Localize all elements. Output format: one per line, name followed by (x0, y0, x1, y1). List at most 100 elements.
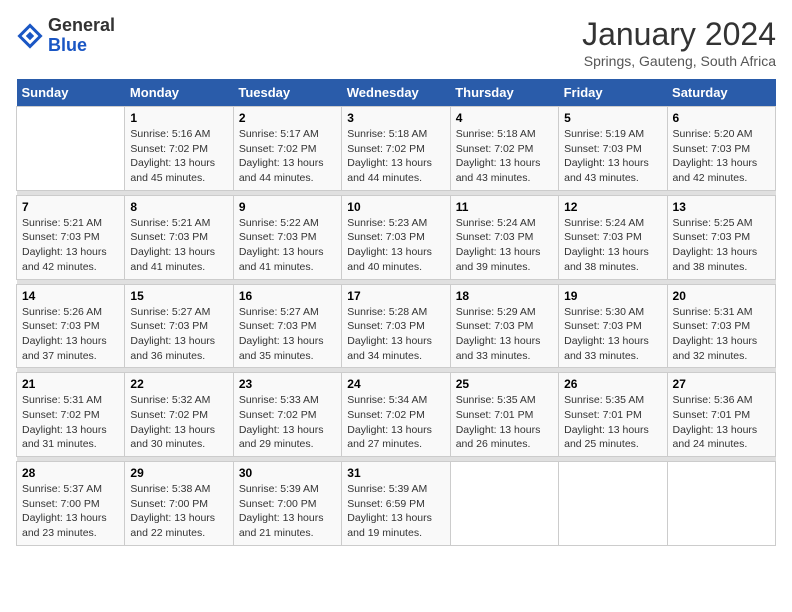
calendar-day: 8Sunrise: 5:21 AMSunset: 7:03 PMDaylight… (125, 195, 233, 279)
week-row: 14 Sunrise: 5:26 AMSunset: 7:03 PMDayligh… (17, 284, 776, 368)
calendar-day: 10Sunrise: 5:23 AMSunset: 7:03 PMDayligh… (342, 195, 450, 279)
calendar-day (559, 462, 667, 546)
calendar-day: 3Sunrise: 5:18 AMSunset: 7:02 PMDaylight… (342, 107, 450, 191)
day-info: Sunrise: 5:32 AMSunset: 7:02 PMDaylight:… (130, 393, 227, 452)
calendar-day: 17Sunrise: 5:28 AMSunset: 7:03 PMDayligh… (342, 284, 450, 368)
calendar-day: 13 Sunrise: 5:25 AMSunset: 7:03 PMDayligh… (667, 195, 775, 279)
calendar-day: 6 Sunrise: 5:20 AMSunset: 7:03 PMDaylight… (667, 107, 775, 191)
day-number: 21 (22, 377, 119, 391)
title-block: January 2024 Springs, Gauteng, South Afr… (582, 16, 776, 69)
day-number: 16 (239, 289, 336, 303)
day-info: Sunrise: 5:20 AMSunset: 7:03 PMDaylight:… (673, 127, 770, 186)
day-number: 31 (347, 466, 444, 480)
calendar-day: 25Sunrise: 5:35 AMSunset: 7:01 PMDayligh… (450, 373, 558, 457)
day-info: Sunrise: 5:30 AMSunset: 7:03 PMDaylight:… (564, 305, 661, 364)
calendar-table: SundayMondayTuesdayWednesdayThursdayFrid… (16, 79, 776, 546)
day-number: 6 (673, 111, 770, 125)
day-info: Sunrise: 5:17 AMSunset: 7:02 PMDaylight:… (239, 127, 336, 186)
day-number: 4 (456, 111, 553, 125)
day-number: 10 (347, 200, 444, 214)
day-number: 24 (347, 377, 444, 391)
calendar-day: 26 Sunrise: 5:35 AMSunset: 7:01 PMDayligh… (559, 373, 667, 457)
week-row: 1 Sunrise: 5:16 AMSunset: 7:02 PMDaylight… (17, 107, 776, 191)
calendar-day: 20Sunrise: 5:31 AMSunset: 7:03 PMDayligh… (667, 284, 775, 368)
day-number: 27 (673, 377, 770, 391)
day-info: Sunrise: 5:24 AMSunset: 7:03 PMDaylight:… (456, 216, 553, 275)
calendar-day: 9Sunrise: 5:22 AMSunset: 7:03 PMDaylight… (233, 195, 341, 279)
day-header: Tuesday (233, 79, 341, 107)
calendar-day: 24Sunrise: 5:34 AMSunset: 7:02 PMDayligh… (342, 373, 450, 457)
day-number: 23 (239, 377, 336, 391)
day-number: 11 (456, 200, 553, 214)
day-number: 7 (22, 200, 119, 214)
day-header: Thursday (450, 79, 558, 107)
day-number: 13 (673, 200, 770, 214)
day-number: 19 (564, 289, 661, 303)
day-info: Sunrise: 5:37 AMSunset: 7:00 PMDaylight:… (22, 482, 119, 541)
day-header: Wednesday (342, 79, 450, 107)
day-info: Sunrise: 5:33 AMSunset: 7:02 PMDaylight:… (239, 393, 336, 452)
calendar-day: 16 Sunrise: 5:27 AMSunset: 7:03 PMDayligh… (233, 284, 341, 368)
day-header: Sunday (17, 79, 125, 107)
calendar-day: 4 Sunrise: 5:18 AMSunset: 7:02 PMDaylight… (450, 107, 558, 191)
header-row: SundayMondayTuesdayWednesdayThursdayFrid… (17, 79, 776, 107)
day-number: 1 (130, 111, 227, 125)
calendar-day: 12Sunrise: 5:24 AMSunset: 7:03 PMDayligh… (559, 195, 667, 279)
calendar-day: 23 Sunrise: 5:33 AMSunset: 7:02 PMDayligh… (233, 373, 341, 457)
day-info: Sunrise: 5:21 AMSunset: 7:03 PMDaylight:… (22, 216, 119, 275)
calendar-day: 27 Sunrise: 5:36 AMSunset: 7:01 PMDayligh… (667, 373, 775, 457)
calendar-day: 19 Sunrise: 5:30 AMSunset: 7:03 PMDayligh… (559, 284, 667, 368)
logo-text: General Blue (48, 16, 115, 56)
calendar-day: 15 Sunrise: 5:27 AMSunset: 7:03 PMDayligh… (125, 284, 233, 368)
calendar-day: 22 Sunrise: 5:32 AMSunset: 7:02 PMDayligh… (125, 373, 233, 457)
day-number: 15 (130, 289, 227, 303)
day-info: Sunrise: 5:26 AMSunset: 7:03 PMDaylight:… (22, 305, 119, 364)
calendar-day: 29Sunrise: 5:38 AMSunset: 7:00 PMDayligh… (125, 462, 233, 546)
calendar-day (667, 462, 775, 546)
logo-icon (16, 22, 44, 50)
calendar-day: 14 Sunrise: 5:26 AMSunset: 7:03 PMDayligh… (17, 284, 125, 368)
day-info: Sunrise: 5:35 AMSunset: 7:01 PMDaylight:… (564, 393, 661, 452)
day-number: 22 (130, 377, 227, 391)
day-info: Sunrise: 5:16 AMSunset: 7:02 PMDaylight:… (130, 127, 227, 186)
calendar-day: 28 Sunrise: 5:37 AMSunset: 7:00 PMDayligh… (17, 462, 125, 546)
day-info: Sunrise: 5:31 AMSunset: 7:02 PMDaylight:… (22, 393, 119, 452)
day-info: Sunrise: 5:27 AMSunset: 7:03 PMDaylight:… (239, 305, 336, 364)
month-title: January 2024 (582, 16, 776, 53)
calendar-day: 21 Sunrise: 5:31 AMSunset: 7:02 PMDayligh… (17, 373, 125, 457)
day-info: Sunrise: 5:35 AMSunset: 7:01 PMDaylight:… (456, 393, 553, 452)
day-info: Sunrise: 5:19 AMSunset: 7:03 PMDaylight:… (564, 127, 661, 186)
page-header: General Blue January 2024 Springs, Gaute… (16, 16, 776, 69)
calendar-day: 7 Sunrise: 5:21 AMSunset: 7:03 PMDaylight… (17, 195, 125, 279)
day-number: 8 (130, 200, 227, 214)
day-number: 28 (22, 466, 119, 480)
calendar-day: 18Sunrise: 5:29 AMSunset: 7:03 PMDayligh… (450, 284, 558, 368)
location-subtitle: Springs, Gauteng, South Africa (582, 53, 776, 69)
week-row: 28 Sunrise: 5:37 AMSunset: 7:00 PMDayligh… (17, 462, 776, 546)
day-info: Sunrise: 5:36 AMSunset: 7:01 PMDaylight:… (673, 393, 770, 452)
day-info: Sunrise: 5:38 AMSunset: 7:00 PMDaylight:… (130, 482, 227, 541)
calendar-day: 31 Sunrise: 5:39 AMSunset: 6:59 PMDayligh… (342, 462, 450, 546)
day-info: Sunrise: 5:27 AMSunset: 7:03 PMDaylight:… (130, 305, 227, 364)
calendar-day (450, 462, 558, 546)
day-info: Sunrise: 5:28 AMSunset: 7:03 PMDaylight:… (347, 305, 444, 364)
logo: General Blue (16, 16, 115, 56)
day-number: 9 (239, 200, 336, 214)
day-header: Friday (559, 79, 667, 107)
day-info: Sunrise: 5:39 AMSunset: 7:00 PMDaylight:… (239, 482, 336, 541)
calendar-day: 2Sunrise: 5:17 AMSunset: 7:02 PMDaylight… (233, 107, 341, 191)
calendar-day: 5 Sunrise: 5:19 AMSunset: 7:03 PMDaylight… (559, 107, 667, 191)
day-number: 5 (564, 111, 661, 125)
day-number: 30 (239, 466, 336, 480)
day-number: 26 (564, 377, 661, 391)
day-header: Saturday (667, 79, 775, 107)
day-number: 14 (22, 289, 119, 303)
day-number: 18 (456, 289, 553, 303)
day-number: 12 (564, 200, 661, 214)
day-info: Sunrise: 5:25 AMSunset: 7:03 PMDaylight:… (673, 216, 770, 275)
week-row: 21 Sunrise: 5:31 AMSunset: 7:02 PMDayligh… (17, 373, 776, 457)
day-info: Sunrise: 5:18 AMSunset: 7:02 PMDaylight:… (456, 127, 553, 186)
calendar-day: 1 Sunrise: 5:16 AMSunset: 7:02 PMDaylight… (125, 107, 233, 191)
day-info: Sunrise: 5:39 AMSunset: 6:59 PMDaylight:… (347, 482, 444, 541)
day-info: Sunrise: 5:18 AMSunset: 7:02 PMDaylight:… (347, 127, 444, 186)
